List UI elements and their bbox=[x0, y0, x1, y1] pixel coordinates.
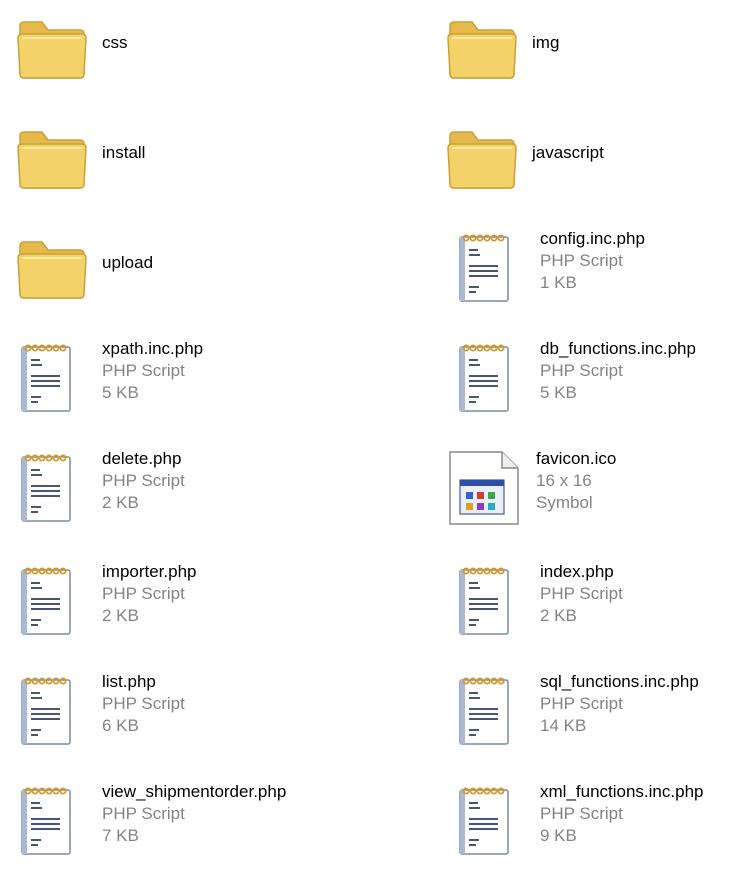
item-text: install bbox=[102, 142, 145, 164]
item-size: 2 KB bbox=[102, 493, 139, 512]
item-text: img bbox=[532, 32, 559, 54]
item-text: javascript bbox=[532, 142, 604, 164]
item-size: 9 KB bbox=[540, 826, 577, 845]
item-type: PHP Script bbox=[102, 694, 185, 713]
item-name: db_functions.inc.php bbox=[540, 339, 696, 358]
php-script-icon bbox=[450, 671, 530, 751]
item-type: PHP Script bbox=[540, 361, 623, 380]
item-text: index.php PHP Script 2 KB bbox=[540, 561, 623, 627]
item-type: PHP Script bbox=[102, 584, 185, 603]
item-type: PHP Script bbox=[102, 471, 185, 490]
item-name: upload bbox=[102, 253, 154, 272]
item-size: 6 KB bbox=[102, 716, 139, 735]
item-name: sql_functions.inc.php bbox=[540, 672, 699, 691]
php-script-icon bbox=[12, 338, 92, 418]
item-size: 2 KB bbox=[102, 606, 139, 625]
php-script-icon bbox=[12, 671, 92, 751]
item-text: list.php PHP Script 6 KB bbox=[102, 671, 185, 737]
item-text: upload bbox=[102, 252, 153, 274]
item-name: config.inc.php bbox=[540, 229, 645, 248]
item-type: PHP Script bbox=[540, 584, 623, 603]
item-text: view_shipmentorder.php PHP Script 7 KB bbox=[102, 781, 286, 847]
item-size: Symbol bbox=[536, 493, 593, 512]
item-text: db_functions.inc.php PHP Script 5 KB bbox=[540, 338, 696, 404]
item-size: 5 KB bbox=[102, 383, 139, 402]
item-text: sql_functions.inc.php PHP Script 14 KB bbox=[540, 671, 699, 737]
php-script-icon bbox=[12, 781, 92, 861]
item-text: config.inc.php PHP Script 1 KB bbox=[540, 228, 645, 294]
item-name: xpath.inc.php bbox=[102, 339, 204, 358]
item-text: delete.php PHP Script 2 KB bbox=[102, 448, 185, 514]
item-name: javascript bbox=[532, 143, 604, 162]
folder-icon bbox=[442, 8, 522, 88]
php-script-icon bbox=[450, 228, 530, 308]
item-name: delete.php bbox=[102, 449, 182, 468]
item-text: importer.php PHP Script 2 KB bbox=[102, 561, 197, 627]
item-size: 5 KB bbox=[540, 383, 577, 402]
folder-icon bbox=[442, 118, 522, 198]
item-name: install bbox=[102, 143, 146, 162]
item-name: index.php bbox=[540, 562, 614, 581]
item-name: importer.php bbox=[102, 562, 197, 581]
folder-icon bbox=[12, 228, 92, 308]
file-view: css img install javascript upload config.inc.… bbox=[0, 0, 755, 869]
php-script-icon bbox=[450, 338, 530, 418]
item-name: view_shipmentorder.php bbox=[102, 782, 287, 801]
item-type: PHP Script bbox=[102, 804, 185, 823]
item-type: PHP Script bbox=[540, 694, 623, 713]
item-text: css bbox=[102, 32, 128, 54]
item-type: PHP Script bbox=[102, 361, 185, 380]
php-script-icon bbox=[450, 561, 530, 641]
item-name: xml_functions.inc.php bbox=[540, 782, 704, 801]
item-size: 2 KB bbox=[540, 606, 577, 625]
folder-icon bbox=[12, 118, 92, 198]
folder-icon bbox=[12, 8, 92, 88]
item-type: PHP Script bbox=[540, 804, 623, 823]
item-text: favicon.ico 16 x 16 Symbol bbox=[536, 448, 616, 514]
item-size: 14 KB bbox=[540, 716, 587, 735]
item-text: xml_functions.inc.php PHP Script 9 KB bbox=[540, 781, 703, 847]
symbol-file-icon bbox=[446, 448, 526, 528]
item-name: list.php bbox=[102, 672, 156, 691]
item-size: 7 KB bbox=[102, 826, 139, 845]
item-name: favicon.ico bbox=[536, 449, 617, 468]
php-script-icon bbox=[450, 781, 530, 861]
php-script-icon bbox=[12, 448, 92, 528]
item-size: 1 KB bbox=[540, 273, 577, 292]
item-type: PHP Script bbox=[540, 251, 623, 270]
item-text: xpath.inc.php PHP Script 5 KB bbox=[102, 338, 203, 404]
item-name: img bbox=[532, 33, 560, 52]
item-name: css bbox=[102, 33, 128, 52]
item-type: 16 x 16 bbox=[536, 471, 592, 490]
php-script-icon bbox=[12, 561, 92, 641]
